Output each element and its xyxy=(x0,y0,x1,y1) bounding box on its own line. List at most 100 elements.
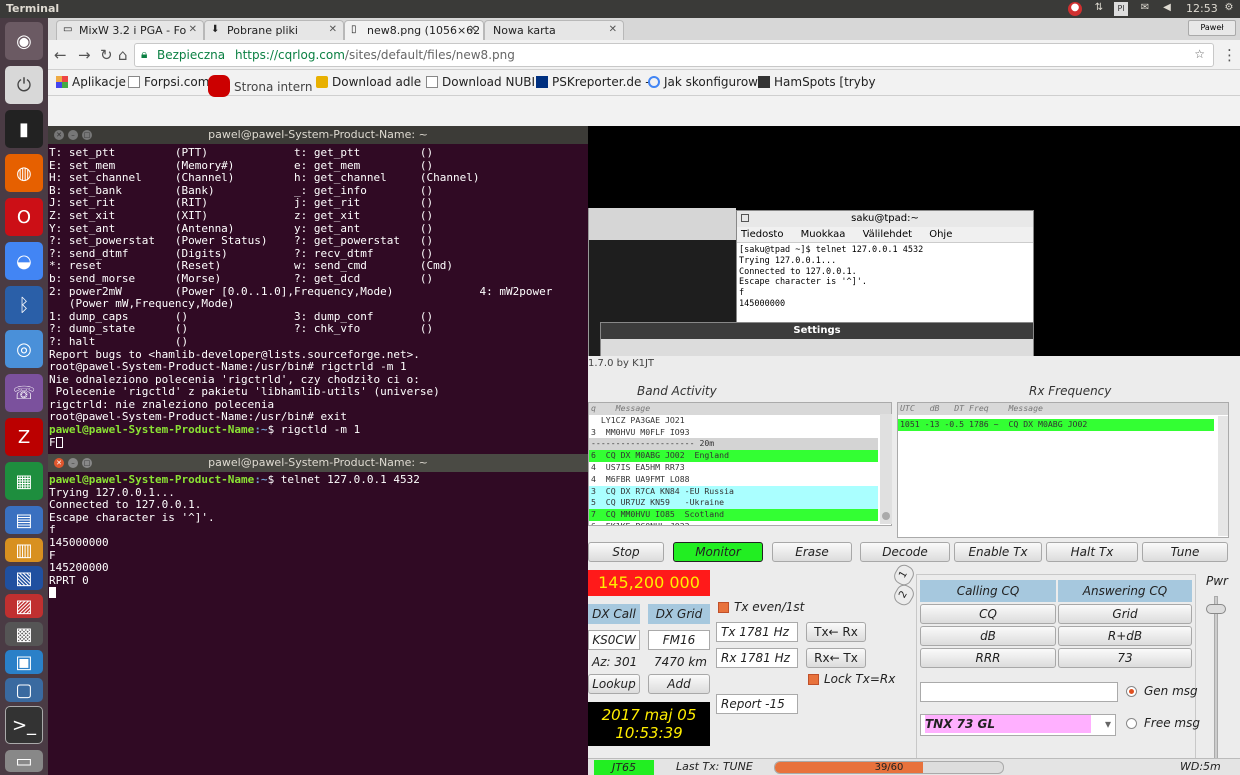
firefox-icon[interactable]: ◍ xyxy=(5,154,43,192)
reload-icon[interactable]: ↻ xyxy=(100,46,113,64)
pwr-slider-handle[interactable] xyxy=(1206,604,1226,614)
bookmark-jak[interactable]: Jak skonfigurow xyxy=(648,75,758,89)
terminal-1-titlebar[interactable]: ✕ – □ pawel@pawel-System-Product-Name: ~ xyxy=(48,126,588,144)
chevron-down-icon[interactable]: ▾ xyxy=(1105,715,1111,733)
ubuntu-dash-icon[interactable]: ◉ xyxy=(5,22,43,60)
tab-downloads[interactable]: ⬇ Pobrane pliki ✕ xyxy=(204,20,344,40)
network-icon[interactable]: ⇅ xyxy=(1092,2,1106,16)
list-item[interactable]: 3 CQ DX R7CA KN84 -EU Russia xyxy=(589,485,878,498)
db-button[interactable]: dB xyxy=(920,626,1056,646)
free-msg-combo[interactable]: TNX 73 GL ▾ xyxy=(920,714,1116,736)
list-item[interactable]: 4 US7IS EA5HM RR73 xyxy=(589,461,878,474)
maximize-icon[interactable]: □ xyxy=(82,458,92,468)
filezilla-icon[interactable]: Z xyxy=(5,418,43,456)
tab-2[interactable]: 2 xyxy=(891,581,917,609)
clock[interactable]: 12:53 xyxy=(1186,2,1218,15)
close-icon[interactable]: ✕ xyxy=(329,24,337,35)
record-icon[interactable]: ● xyxy=(1068,2,1082,16)
home-icon[interactable]: ⌂ xyxy=(118,46,128,64)
minimize-icon[interactable]: – xyxy=(68,458,78,468)
viber-icon[interactable]: ☏ xyxy=(5,374,43,412)
app-icon-4[interactable]: ▨ xyxy=(5,594,43,618)
close-icon[interactable]: ✕ xyxy=(54,458,64,468)
gen-msg-radio[interactable] xyxy=(1126,686,1137,697)
gear-icon[interactable]: ⚙ xyxy=(1222,2,1236,16)
close-icon[interactable]: ✕ xyxy=(54,130,64,140)
list-item[interactable]: 4 M6FBR UA9FMT LO88 xyxy=(589,473,878,486)
free-msg-radio[interactable] xyxy=(1126,718,1137,729)
bookmark-nubil[interactable]: Download NUBIL xyxy=(426,75,542,89)
minimize-icon[interactable]: – xyxy=(68,130,78,140)
saku-terminal-output[interactable]: [saku@tpad ~]$ telnet 127.0.0.1 4532 Try… xyxy=(737,243,1033,312)
window-menu-icon[interactable] xyxy=(741,214,749,222)
menu-item-edit[interactable]: Muokkaa xyxy=(801,229,846,240)
forward-icon[interactable]: → xyxy=(78,46,91,64)
omnibox[interactable]: 🔒︎ Bezpieczna https://cqrlog.com/sites/d… xyxy=(134,43,1214,67)
rx-scrollbar[interactable] xyxy=(1218,416,1228,536)
rx-from-tx-button[interactable]: Rx← Tx xyxy=(806,648,866,668)
dx-grid-input[interactable]: FM16 xyxy=(648,630,710,650)
profile-button[interactable]: Paweł xyxy=(1188,20,1236,36)
decode-button[interactable]: Decode xyxy=(860,542,950,562)
power-icon[interactable]: ⏻ xyxy=(5,66,43,104)
tune-button[interactable]: Tune xyxy=(1142,542,1228,562)
close-icon[interactable]: ✕ xyxy=(609,24,617,35)
usb-drive-icon[interactable]: ▮ xyxy=(5,110,43,148)
r-db-button[interactable]: R+dB xyxy=(1058,626,1192,646)
spreadsheet-icon[interactable]: ▦ xyxy=(5,462,43,500)
tab-mixw[interactable]: ▭ MixW 3.2 i PGA - Fo ✕ xyxy=(56,20,204,40)
band-scrollbar[interactable] xyxy=(880,414,892,524)
bookmark-strona[interactable]: Strona intern xyxy=(208,75,312,97)
back-icon[interactable]: ← xyxy=(54,46,67,64)
app-icon-7[interactable]: ▢ xyxy=(5,678,43,702)
terminal-1-output[interactable]: T: set_ptt (PTT) t: get_ptt () E: set_mem… xyxy=(48,144,588,449)
menu-item-help[interactable]: Ohje xyxy=(929,229,952,240)
app-icon-3[interactable]: ▧ xyxy=(5,566,43,590)
tab-new[interactable]: Nowa karta ✕ xyxy=(484,20,624,40)
app-icon-5[interactable]: ▩ xyxy=(5,622,43,646)
scroll-thumb[interactable] xyxy=(882,512,890,520)
keyboard-layout-indicator[interactable]: Pl xyxy=(1114,2,1128,16)
lock-checkbox[interactable] xyxy=(808,674,819,685)
volume-icon[interactable]: ◀ xyxy=(1160,2,1174,16)
trash-icon[interactable]: ▭ xyxy=(5,750,43,772)
app-icon-1[interactable]: ▤ xyxy=(5,506,43,534)
bookmark-hamspots[interactable]: HamSpots [tryby xyxy=(758,75,876,89)
rx-freq-spinner[interactable]: Rx 1781 Hz xyxy=(716,648,798,668)
cq-button[interactable]: CQ xyxy=(920,604,1056,624)
list-item[interactable]: 1051 -13 -0.5 1786 ~ CQ DX M0ABG JO02 xyxy=(898,418,1214,431)
monitor-button[interactable]: Monitor xyxy=(673,542,763,562)
list-item[interactable]: LY1CZ PA3GAE JO21 xyxy=(589,414,878,427)
gen-msg-input[interactable] xyxy=(920,682,1118,702)
report-spinner[interactable]: Report -15 xyxy=(716,694,798,714)
tx-freq-spinner[interactable]: Tx 1781 Hz xyxy=(716,622,798,642)
opera-icon[interactable]: O xyxy=(5,198,43,236)
tx-from-rx-button[interactable]: Tx← Rx xyxy=(806,622,866,642)
band-activity-list[interactable]: q Message LY1CZ PA3GAE JO21 3 MM0HVU M0FL… xyxy=(588,402,892,526)
halt-tx-button[interactable]: Halt Tx xyxy=(1046,542,1138,562)
stop-button[interactable]: Stop xyxy=(588,542,664,562)
chromium-icon[interactable]: ◎ xyxy=(5,330,43,368)
bookmark-apps[interactable]: Aplikacje xyxy=(56,75,126,89)
tx-even-checkbox[interactable] xyxy=(718,602,729,613)
tab-new8[interactable]: ▯ new8.png (1056×62 ✕ xyxy=(344,20,484,40)
bookmark-pskreporter[interactable]: PSKreporter.de - xyxy=(536,75,650,89)
close-icon[interactable]: ✕ xyxy=(189,24,197,35)
terminal-2-titlebar[interactable]: ✕ – □ pawel@pawel-System-Product-Name: ~ xyxy=(48,454,588,472)
enable-tx-button[interactable]: Enable Tx xyxy=(954,542,1042,562)
terminal-icon[interactable]: >_ xyxy=(5,706,43,744)
rx-frequency-list[interactable]: UTC dB DT Freq Message 1051 -13 -0.5 178… xyxy=(897,402,1229,538)
73-button[interactable]: 73 xyxy=(1058,648,1192,668)
saku-titlebar[interactable]: saku@tpad:~ xyxy=(737,211,1033,227)
rrr-button[interactable]: RRR xyxy=(920,648,1056,668)
list-item[interactable]: 5 CQ UR7UZ KN59 -Ukraine xyxy=(589,497,878,510)
menu-item-tabs[interactable]: Välilehdet xyxy=(863,229,912,240)
list-item[interactable]: 3 MM0HVU M0FLF IO93 xyxy=(589,426,878,439)
erase-button[interactable]: Erase xyxy=(772,542,852,562)
menu-icon[interactable]: ⋮ xyxy=(1222,46,1237,64)
app-icon-6[interactable]: ▣ xyxy=(5,650,43,674)
mail-icon[interactable]: ✉ xyxy=(1138,2,1152,16)
pwr-slider-track[interactable] xyxy=(1214,596,1218,762)
google-earth-icon[interactable]: ◒ xyxy=(5,242,43,280)
list-item[interactable]: 6 CQ DX M0ABG JO02 England xyxy=(589,450,878,462)
